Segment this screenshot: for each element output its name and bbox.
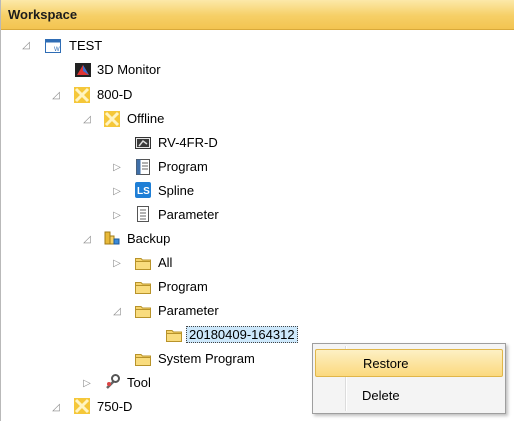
tree-item-backup-snapshot[interactable]: 20180409-164312 — [186, 326, 298, 344]
collapse-icon[interactable]: ◿ — [50, 402, 62, 414]
spline-icon: LS — [135, 182, 151, 198]
folder-icon — [135, 258, 151, 270]
collapse-icon[interactable]: ◿ — [81, 234, 93, 246]
tree-item-3d-monitor[interactable]: 3D Monitor — [97, 61, 161, 79]
tree-item-rv-4fr-d[interactable]: RV-4FR-D — [158, 134, 218, 152]
tree-item-parameter[interactable]: Parameter — [158, 206, 219, 224]
expand-icon[interactable]: ▷ — [111, 258, 123, 270]
expand-icon[interactable]: ▷ — [111, 210, 123, 222]
program-icon — [136, 159, 150, 175]
expand-icon[interactable]: ▷ — [81, 378, 93, 390]
monitor-3d-icon — [75, 63, 91, 77]
tree-item-750-d[interactable]: 750-D — [97, 398, 132, 416]
svg-text:LS: LS — [137, 186, 150, 197]
expand-icon[interactable]: ▷ — [111, 162, 123, 174]
workspace-icon: W — [45, 39, 61, 53]
expand-icon[interactable]: ▷ — [111, 186, 123, 198]
workspace-title: Workspace — [8, 7, 78, 22]
tree-item-system-program[interactable]: System Program — [158, 350, 255, 368]
tree-item-all[interactable]: All — [158, 254, 172, 272]
tool-icon — [106, 374, 120, 389]
tree-item-test[interactable]: TEST — [69, 37, 102, 55]
collapse-icon[interactable]: ◿ — [50, 90, 62, 102]
svg-text:W: W — [54, 47, 60, 53]
workspace-header: Workspace — [1, 0, 514, 30]
collapse-icon[interactable]: ◿ — [111, 306, 123, 318]
delete-label: Delete — [362, 388, 400, 403]
restore-menu-item[interactable]: Restore — [315, 349, 503, 377]
tree-item-tool[interactable]: Tool — [127, 374, 151, 392]
selected-item-label[interactable]: 20180409-164312 — [186, 326, 298, 343]
tree-item-backup-program[interactable]: Program — [158, 278, 208, 296]
robot-controller-icon — [104, 111, 120, 127]
tree-item-program[interactable]: Program — [158, 158, 208, 176]
tree-item-800-d[interactable]: 800-D — [97, 86, 132, 104]
folder-icon — [135, 354, 151, 366]
parameter-icon — [137, 206, 149, 222]
tree-item-spline[interactable]: Spline — [158, 182, 194, 200]
folder-icon — [135, 306, 151, 318]
folder-icon — [166, 330, 182, 342]
context-menu: Restore Delete — [312, 343, 506, 414]
delete-menu-item[interactable]: Delete — [315, 382, 503, 410]
tree-item-backup[interactable]: Backup — [127, 230, 170, 248]
robot-controller-icon — [74, 87, 90, 103]
tree-item-backup-parameter[interactable]: Parameter — [158, 302, 219, 320]
collapse-icon[interactable]: ◿ — [20, 40, 32, 52]
robot-model-icon — [135, 137, 151, 149]
backup-icon — [104, 231, 120, 245]
tree-item-offline[interactable]: Offline — [127, 110, 164, 128]
restore-label: Restore — [363, 356, 409, 371]
collapse-icon[interactable]: ◿ — [81, 114, 93, 126]
folder-icon — [135, 282, 151, 294]
robot-controller-icon — [74, 398, 90, 414]
